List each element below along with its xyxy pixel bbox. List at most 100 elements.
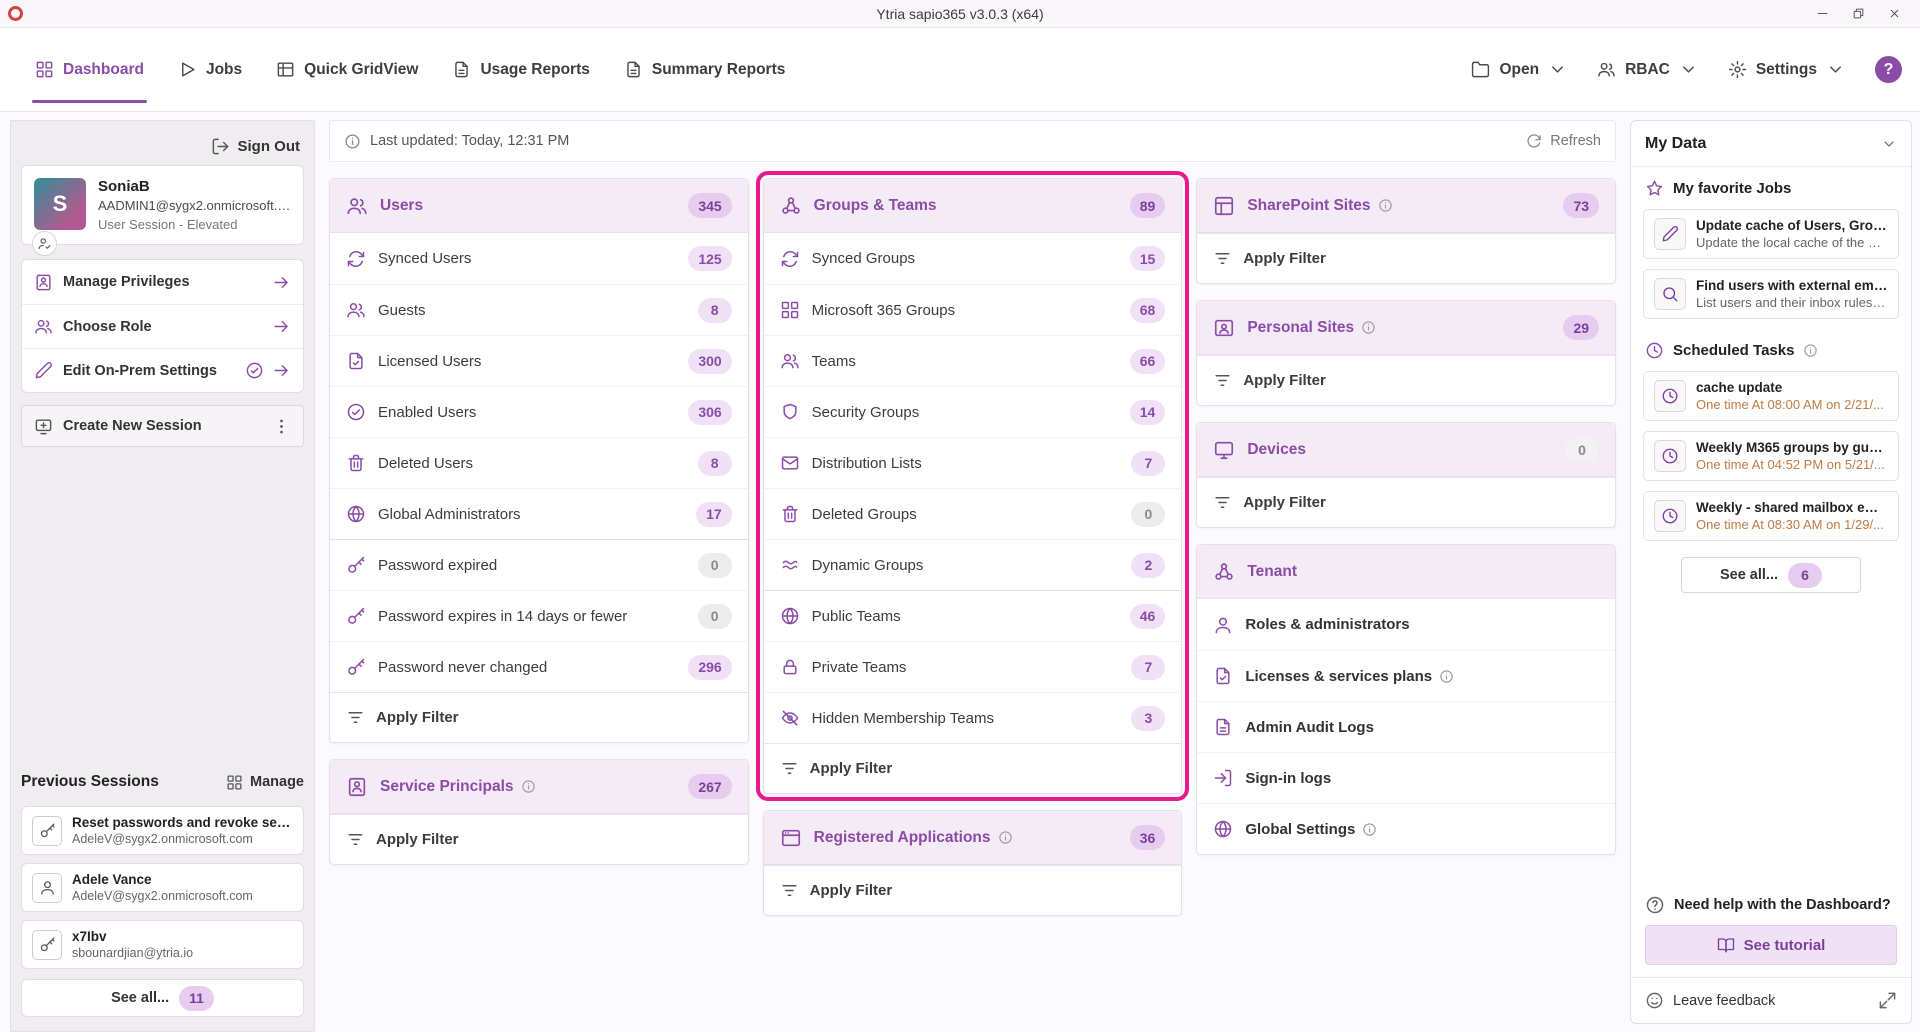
scheduled-tasks-section-header: Scheduled Tasks	[1631, 329, 1911, 371]
devices-header[interactable]: Devices 0	[1197, 423, 1615, 477]
personal-sites-header[interactable]: Personal Sites 29	[1197, 301, 1615, 355]
user-profile-card: S SoniaB AADMIN1@sygx2.onmicrosoft.com U…	[21, 165, 304, 245]
favorite-job-item[interactable]: Update cache of Users, Groups... Update …	[1643, 209, 1899, 259]
apply-filter-groups-button[interactable]: Apply Filter	[764, 743, 1182, 793]
tenant-row-licenses-services-plans[interactable]: Licenses & services plans	[1197, 650, 1615, 701]
apply-filter-registered-apps-button[interactable]: Apply Filter	[764, 865, 1182, 915]
sign-out-button[interactable]: Sign Out	[21, 127, 304, 165]
apply-filter-devices-button[interactable]: Apply Filter	[1197, 477, 1615, 527]
sharepoint-icon	[1213, 195, 1235, 217]
apply-filter-label: Apply Filter	[1243, 372, 1326, 389]
tab-summary-reports[interactable]: Summary Reports	[607, 28, 803, 111]
info-icon[interactable]	[1803, 343, 1818, 358]
previous-session-item[interactable]: Adele Vance AdeleV@sygx2.onmicrosoft.com	[21, 863, 304, 912]
scheduled-task-item[interactable]: Weekly - shared mailbox email... One tim…	[1643, 491, 1899, 541]
dynamic-groups-icon	[780, 555, 800, 575]
groups-teams-header[interactable]: Groups & Teams 89	[764, 179, 1182, 233]
tab-jobs[interactable]: Jobs	[161, 28, 259, 111]
tenant-row-admin-audit-logs[interactable]: Admin Audit Logs	[1197, 701, 1615, 752]
stat-row-private-teams[interactable]: Private Teams 7	[764, 641, 1182, 692]
refresh-button[interactable]: Refresh	[1526, 133, 1601, 149]
registered-applications-header[interactable]: Registered Applications 36	[764, 811, 1182, 865]
stat-row-security-groups[interactable]: Security Groups 14	[764, 386, 1182, 437]
info-icon[interactable]	[1439, 669, 1454, 684]
restore-button[interactable]	[1840, 1, 1876, 27]
stat-row-licensed-users[interactable]: Licensed Users 300	[330, 335, 748, 386]
stat-label: Guests	[378, 302, 426, 319]
previous-session-item[interactable]: x7Ibv sbounardjian@ytria.io	[21, 920, 304, 969]
open-menu[interactable]: Open	[1471, 60, 1567, 79]
apply-filter-label: Apply Filter	[1243, 250, 1326, 267]
stat-row-deleted-groups[interactable]: Deleted Groups 0	[764, 488, 1182, 539]
session-subtitle: AdeleV@sygx2.onmicrosoft.com	[72, 832, 293, 846]
tenant-row-sign-in-logs[interactable]: Sign-in logs	[1197, 752, 1615, 803]
stat-row-public-teams[interactable]: Public Teams 46	[764, 590, 1182, 641]
tenant-row-roles-administrators[interactable]: Roles & administrators	[1197, 599, 1615, 650]
info-icon[interactable]	[1361, 320, 1376, 335]
menu-item-manage-privileges[interactable]: Manage Privileges	[22, 260, 303, 304]
stat-row-hidden-membership-teams[interactable]: Hidden Membership Teams 3	[764, 692, 1182, 743]
kebab-menu-icon[interactable]	[272, 417, 291, 436]
scheduled-task-item[interactable]: cache update One time At 08:00 AM on 2/2…	[1643, 371, 1899, 421]
apply-filter-users-button[interactable]: Apply Filter	[330, 692, 748, 742]
tenant-row-global-settings[interactable]: Global Settings	[1197, 803, 1615, 854]
tab-usage-reports[interactable]: Usage Reports	[435, 28, 606, 111]
see-all-sessions-button[interactable]: See all... 11	[21, 979, 304, 1017]
clock-icon	[1661, 387, 1679, 405]
tenant-header[interactable]: Tenant	[1197, 545, 1615, 599]
menu-item-choose-role[interactable]: Choose Role	[22, 304, 303, 348]
edit-icon	[34, 361, 53, 380]
see-tutorial-button[interactable]: See tutorial	[1645, 925, 1897, 965]
stat-row-distribution-lists[interactable]: Distribution Lists 7	[764, 437, 1182, 488]
minimize-button[interactable]	[1804, 1, 1840, 27]
create-new-session-button[interactable]: Create New Session	[21, 405, 304, 447]
stat-row-deleted-users[interactable]: Deleted Users 8	[330, 437, 748, 488]
apply-filter-label: Apply Filter	[1243, 494, 1326, 511]
apply-filter-personal-sites-button[interactable]: Apply Filter	[1197, 355, 1615, 405]
close-button[interactable]	[1876, 1, 1912, 27]
stat-count: 296	[688, 655, 731, 680]
sharepoint-sites-header[interactable]: SharePoint Sites 73	[1197, 179, 1615, 233]
stat-row-guests[interactable]: Guests 8	[330, 284, 748, 335]
stat-count: 7	[1131, 451, 1165, 476]
stat-row-password-never-changed[interactable]: Password never changed 296	[330, 641, 748, 692]
stat-row-synced-users[interactable]: Synced Users 125	[330, 233, 748, 284]
stat-row-global-administrators[interactable]: Global Administrators 17	[330, 488, 748, 539]
menu-item-edit-onprem-settings[interactable]: Edit On-Prem Settings	[22, 348, 303, 392]
menu-item-label: Edit On-Prem Settings	[63, 363, 217, 379]
scheduled-task-item[interactable]: Weekly M365 groups by guest... One time …	[1643, 431, 1899, 481]
role-icon	[34, 317, 53, 336]
my-data-header[interactable]: My Data	[1631, 121, 1911, 167]
tab-quick-gridview[interactable]: Quick GridView	[259, 28, 435, 111]
service-principals-header[interactable]: Service Principals 267	[330, 760, 748, 814]
apply-filter-service-principals-button[interactable]: Apply Filter	[330, 814, 748, 864]
info-icon[interactable]	[1378, 198, 1393, 213]
info-icon[interactable]	[521, 779, 536, 794]
manage-sessions-button[interactable]: Manage	[226, 774, 304, 791]
refresh-icon	[1526, 133, 1542, 149]
stat-row-dynamic-groups[interactable]: Dynamic Groups 2	[764, 539, 1182, 590]
stat-row-enabled-users[interactable]: Enabled Users 306	[330, 386, 748, 437]
settings-menu[interactable]: Settings	[1728, 60, 1845, 79]
apply-filter-sharepoint-button[interactable]: Apply Filter	[1197, 233, 1615, 283]
chevron-down-icon[interactable]	[1881, 136, 1897, 152]
help-button[interactable]: ?	[1875, 56, 1902, 83]
expand-icon[interactable]	[1878, 991, 1897, 1010]
previous-session-item[interactable]: Reset passwords and revoke sessi... Adel…	[21, 806, 304, 855]
see-all-tasks-button[interactable]: See all... 6	[1681, 557, 1861, 593]
favorite-job-item[interactable]: Find users with external email ... List …	[1643, 269, 1899, 319]
leave-feedback-button[interactable]: Leave feedback	[1631, 977, 1911, 1023]
book-icon	[1717, 936, 1735, 954]
info-icon[interactable]	[1362, 822, 1377, 837]
tab-dashboard[interactable]: Dashboard	[18, 28, 161, 111]
users-card-header[interactable]: Users 345	[330, 179, 748, 233]
stat-row-password-expires-soon[interactable]: Password expires in 14 days or fewer 0	[330, 590, 748, 641]
info-icon[interactable]	[998, 830, 1013, 845]
stat-row-synced-groups[interactable]: Synced Groups 15	[764, 233, 1182, 284]
stat-row-password-expired[interactable]: Password expired 0	[330, 539, 748, 590]
my-data-title: My Data	[1645, 135, 1706, 153]
stat-row-teams[interactable]: Teams 66	[764, 335, 1182, 386]
tab-label: Usage Reports	[480, 61, 589, 79]
rbac-menu[interactable]: RBAC	[1597, 60, 1698, 79]
stat-row-m365-groups[interactable]: Microsoft 365 Groups 68	[764, 284, 1182, 335]
